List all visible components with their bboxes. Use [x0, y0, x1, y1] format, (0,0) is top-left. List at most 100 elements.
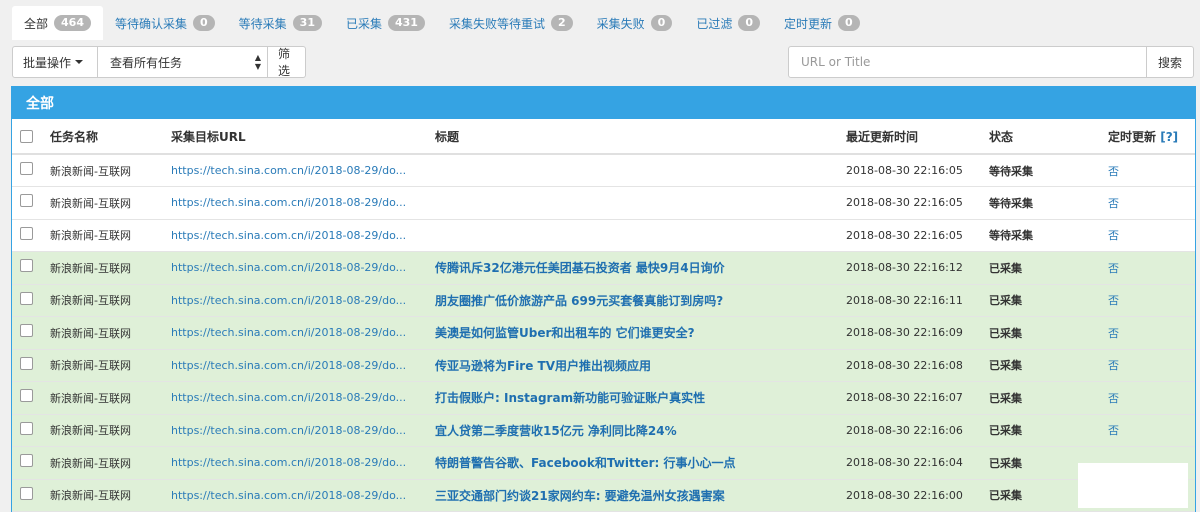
select-all-checkbox[interactable]	[20, 129, 33, 143]
article-title-link[interactable]: 朋友圈推广低价旅游产品 699元买套餐真能订到房吗?	[435, 284, 846, 317]
target-url-link[interactable]: https://tech.sina.com.cn/i/2018-08-29/do…	[171, 381, 435, 415]
search-button-label: 搜索	[1157, 55, 1182, 70]
row-checkbox[interactable]	[20, 421, 33, 435]
row-checkbox[interactable]	[20, 486, 33, 500]
status-cell: 已采集	[989, 284, 1108, 317]
article-title-link[interactable]: 美澳是如何监管Uber和出租车的 它们谁更安全?	[435, 316, 846, 350]
row-checkbox[interactable]	[20, 259, 33, 273]
row-checkbox[interactable]	[20, 454, 33, 468]
search-button[interactable]: 搜索	[1147, 46, 1194, 78]
status-cell: 已采集	[989, 251, 1108, 285]
table-header-row: 任务名称 采集目标URL 标题 最近更新时间 状态 定时更新 [?]	[12, 119, 1195, 155]
article-title-link[interactable]: 打击假账户: Instagram新功能可验证账户真实性	[435, 381, 846, 415]
schedule-toggle-link[interactable]: 否	[1108, 381, 1195, 415]
row-checkbox[interactable]	[20, 291, 33, 305]
column-header-schedule-label: 定时更新	[1108, 129, 1157, 144]
row-checkbox-cell	[12, 316, 50, 350]
column-header-status: 状态	[989, 119, 1108, 155]
target-url-link[interactable]: https://tech.sina.com.cn/i/2018-08-29/do…	[171, 316, 435, 350]
tab-label: 采集失败	[596, 16, 645, 31]
tab-2[interactable]: 等待采集 31	[227, 6, 334, 40]
row-checkbox[interactable]	[20, 194, 33, 208]
row-checkbox-cell	[12, 284, 50, 317]
target-url-link[interactable]: https://tech.sina.com.cn/i/2018-08-29/do…	[171, 446, 435, 480]
tab-1[interactable]: 等待确认采集 0	[103, 6, 227, 40]
tab-count-badge: 0	[193, 15, 215, 31]
batch-actions-button[interactable]: 批量操作	[12, 46, 98, 78]
row-checkbox-cell	[12, 414, 50, 447]
updated-time-cell: 2018-08-30 22:16:12	[846, 251, 989, 285]
row-checkbox-cell	[12, 381, 50, 415]
tab-label: 已过滤	[696, 16, 733, 31]
schedule-toggle-link[interactable]: 否	[1108, 251, 1195, 285]
row-checkbox-cell	[12, 186, 50, 220]
article-title-link[interactable]: 宜人贷第二季度营收15亿元 净利同比降24%	[435, 414, 846, 447]
article-title-link[interactable]	[435, 186, 846, 220]
updated-time-cell: 2018-08-30 22:16:11	[846, 284, 989, 317]
select-all-cell	[12, 119, 50, 155]
table-row: 新浪新闻-互联网 https://tech.sina.com.cn/i/2018-…	[12, 154, 1195, 187]
schedule-toggle-link[interactable]: 否	[1108, 316, 1195, 350]
status-cell: 等待采集	[989, 154, 1108, 187]
panel-heading: 全部	[12, 87, 1195, 119]
tab-5[interactable]: 采集失败 0	[585, 6, 685, 40]
target-url-link[interactable]: https://tech.sina.com.cn/i/2018-08-29/do…	[171, 219, 435, 252]
article-title-link[interactable]	[435, 154, 846, 187]
row-checkbox-cell	[12, 219, 50, 252]
row-checkbox-cell	[12, 154, 50, 187]
tab-3[interactable]: 已采集 431	[334, 6, 437, 40]
table-row: 新浪新闻-互联网 https://tech.sina.com.cn/i/2018-…	[12, 251, 1195, 285]
table-row: 新浪新闻-互联网 https://tech.sina.com.cn/i/2018-…	[12, 349, 1195, 382]
select-arrow-icon: ▲ ▼	[254, 53, 261, 71]
filter-button[interactable]: 筛选	[268, 46, 306, 78]
schedule-help-link[interactable]: [?]	[1160, 130, 1178, 144]
target-url-link[interactable]: https://tech.sina.com.cn/i/2018-08-29/do…	[171, 284, 435, 317]
target-url-link[interactable]: https://tech.sina.com.cn/i/2018-08-29/do…	[171, 154, 435, 187]
tab-6[interactable]: 已过滤 0	[684, 6, 772, 40]
schedule-toggle-link[interactable]: 否	[1108, 154, 1195, 187]
column-header-updated: 最近更新时间	[846, 119, 989, 155]
row-checkbox[interactable]	[20, 389, 33, 403]
row-checkbox[interactable]	[20, 162, 33, 175]
schedule-toggle-link[interactable]: 否	[1108, 219, 1195, 252]
tab-4[interactable]: 采集失败等待重试 2	[437, 6, 585, 40]
tab-label: 等待采集	[238, 16, 287, 31]
tab-7[interactable]: 定时更新 0	[772, 6, 872, 40]
target-url-link[interactable]: https://tech.sina.com.cn/i/2018-08-29/do…	[171, 186, 435, 220]
article-title-link[interactable]	[435, 219, 846, 252]
task-name-cell: 新浪新闻-互联网	[50, 446, 171, 480]
updated-time-cell: 2018-08-30 22:16:06	[846, 414, 989, 447]
schedule-toggle-link[interactable]: 否	[1108, 186, 1195, 220]
table-row: 新浪新闻-互联网 https://tech.sina.com.cn/i/2018-…	[12, 446, 1195, 480]
task-name-cell: 新浪新闻-互联网	[50, 479, 171, 512]
row-checkbox[interactable]	[20, 324, 33, 338]
column-header-name: 任务名称	[50, 119, 171, 155]
filter-button-label: 筛选	[278, 47, 291, 78]
updated-time-cell: 2018-08-30 22:16:05	[846, 219, 989, 252]
task-name-cell: 新浪新闻-互联网	[50, 381, 171, 415]
status-tabs: 全部 464 等待确认采集 0 等待采集 31 已采集 431 采集失败等待重试 2 采集失败 0 已过…	[12, 6, 872, 40]
toolbar: 批量操作 查看所有任务 ▲ ▼ 筛选	[12, 46, 306, 80]
row-checkbox[interactable]	[20, 356, 33, 370]
article-title-link[interactable]: 传亚马逊将为Fire TV用户推出视频应用	[435, 349, 846, 382]
task-name-cell: 新浪新闻-互联网	[50, 414, 171, 447]
schedule-toggle-link[interactable]: 否	[1108, 284, 1195, 317]
status-cell: 等待采集	[989, 219, 1108, 252]
article-title-link[interactable]: 特朗普警告谷歌、Facebook和Twitter: 行事小心一点	[435, 446, 846, 480]
article-title-link[interactable]: 三亚交通部门约谈21家网约车: 要避免温州女孩遇害案	[435, 479, 846, 512]
task-view-select[interactable]: 查看所有任务 ▲ ▼	[98, 46, 268, 78]
tab-0[interactable]: 全部 464	[12, 6, 103, 40]
target-url-link[interactable]: https://tech.sina.com.cn/i/2018-08-29/do…	[171, 479, 435, 512]
status-cell: 已采集	[989, 316, 1108, 350]
target-url-link[interactable]: https://tech.sina.com.cn/i/2018-08-29/do…	[171, 251, 435, 285]
task-name-cell: 新浪新闻-互联网	[50, 219, 171, 252]
task-name-cell: 新浪新闻-互联网	[50, 316, 171, 350]
target-url-link[interactable]: https://tech.sina.com.cn/i/2018-08-29/do…	[171, 414, 435, 447]
search-input[interactable]	[788, 46, 1147, 78]
table-row: 新浪新闻-互联网 https://tech.sina.com.cn/i/2018-…	[12, 186, 1195, 220]
row-checkbox[interactable]	[20, 226, 33, 240]
schedule-toggle-link[interactable]: 否	[1108, 414, 1195, 447]
target-url-link[interactable]: https://tech.sina.com.cn/i/2018-08-29/do…	[171, 349, 435, 382]
schedule-toggle-link[interactable]: 否	[1108, 349, 1195, 382]
article-title-link[interactable]: 传腾讯斥32亿港元任美团基石投资者 最快9月4日询价	[435, 251, 846, 285]
